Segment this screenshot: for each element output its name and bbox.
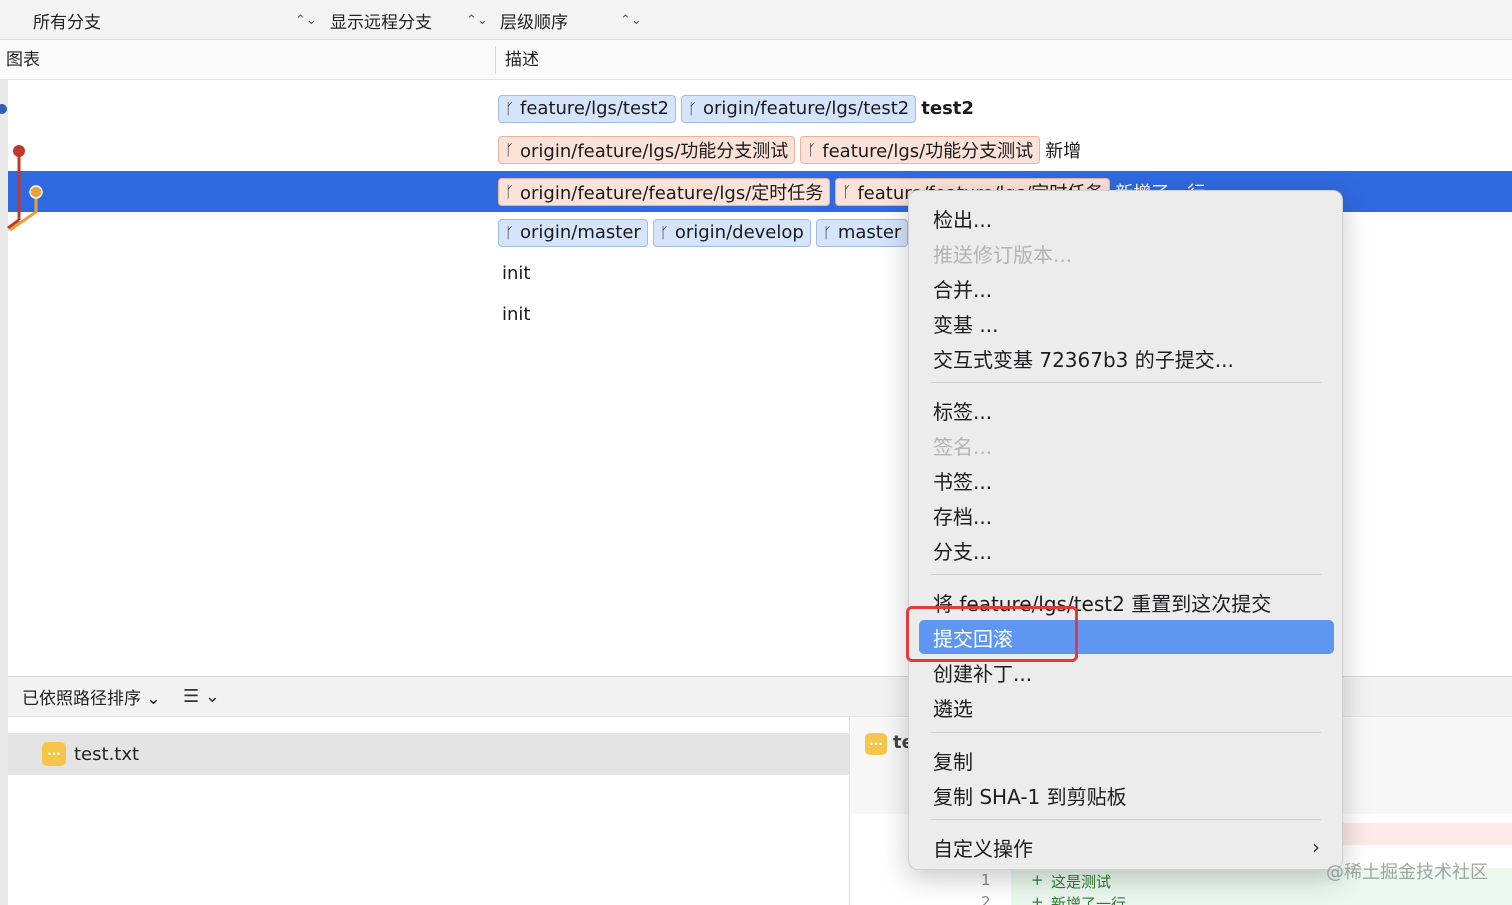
- column-divider[interactable]: [495, 46, 496, 74]
- modified-file-icon: ···: [865, 733, 887, 755]
- file-name: test.txt: [74, 743, 140, 765]
- menu-item-copy[interactable]: 复制: [919, 743, 1334, 777]
- diff-line-text: 这是测试: [1051, 873, 1112, 891]
- branch-icon: ᚴ: [807, 140, 817, 159]
- branch-tag[interactable]: ᚴ master: [815, 218, 909, 247]
- order-label: 层级顺序: [500, 12, 568, 33]
- menu-item-copy-sha[interactable]: 复制 SHA-1 到剪贴板: [919, 778, 1334, 812]
- updown-chevron-icon: ⌃⌄: [295, 12, 317, 28]
- branch-icon: ᚴ: [659, 223, 669, 242]
- branch-icon: ᚴ: [505, 99, 515, 118]
- branch-filter-label: 所有分支: [33, 12, 101, 33]
- modified-file-icon: ···: [42, 742, 66, 766]
- menu-item-custom-actions[interactable]: 自定义操作 ›: [919, 830, 1334, 864]
- menu-separator: [931, 382, 1321, 383]
- diff-sign: +: [1031, 893, 1044, 905]
- remote-branch-label: 显示远程分支: [330, 12, 432, 33]
- graph-column-header[interactable]: 图表: [0, 40, 40, 80]
- watermark: @稀土掘金技术社区: [1326, 862, 1488, 883]
- menu-separator: [931, 574, 1321, 575]
- commit-message: test2: [921, 98, 974, 119]
- menu-item-checkout[interactable]: 检出...: [919, 201, 1334, 235]
- menu-item-tag[interactable]: 标签...: [919, 393, 1334, 427]
- menu-item-archive[interactable]: 存档...: [919, 498, 1334, 532]
- branch-icon: ᚴ: [687, 99, 697, 118]
- branch-tag[interactable]: ᚴ origin/feature/lgs/test2: [680, 94, 917, 123]
- branch-filter-dropdown[interactable]: 所有分支 ⌃⌄: [33, 0, 317, 40]
- commit-message: 新增: [1045, 140, 1082, 162]
- commit-row[interactable]: ᚴ origin/feature/lgs/功能分支测试 ᚴ feature/lgs/…: [8, 129, 1512, 170]
- sort-by-path-dropdown[interactable]: 已依照路径排序 ⌄: [22, 684, 161, 709]
- menu-item-rebase[interactable]: 变基 ...: [919, 306, 1334, 340]
- menu-item-branch[interactable]: 分支...: [919, 533, 1334, 567]
- commit-message: init: [502, 304, 531, 325]
- menu-item-push-revision: 推送修订版本...: [933, 242, 1073, 267]
- branch-icon: ᚴ: [505, 182, 515, 201]
- commit-row[interactable]: ᚴ feature/lgs/test2 ᚴ origin/feature/lgs/t…: [8, 88, 1512, 129]
- branch-tag[interactable]: ᚴ origin/feature/lgs/功能分支测试: [498, 135, 796, 164]
- graph-node[interactable]: [29, 185, 43, 199]
- branch-icon: ᚴ: [505, 140, 515, 159]
- graph-node[interactable]: [13, 145, 25, 157]
- branch-icon: ᚴ: [842, 182, 852, 201]
- order-dropdown[interactable]: 层级顺序 ⌃⌄: [500, 0, 642, 40]
- annotation-highlight-box: [906, 606, 1078, 662]
- branch-tag[interactable]: ᚴ origin/master: [498, 218, 648, 247]
- description-column-header[interactable]: 描述: [505, 40, 539, 80]
- commit-context-menu: 检出... 推送修订版本... 合并... 变基 ... 交互式变基 72367…: [908, 190, 1343, 870]
- menu-separator: [931, 819, 1321, 820]
- commit-graph: [0, 104, 43, 232]
- menu-item-merge[interactable]: 合并...: [919, 271, 1334, 305]
- commit-message: init: [502, 263, 531, 284]
- menu-item-sign: 签名...: [933, 434, 993, 459]
- line-number: 1: [981, 871, 991, 889]
- branch-tag[interactable]: ᚴ feature/lgs/功能分支测试: [800, 135, 1041, 164]
- diff-line-text: 新增了一行: [1051, 895, 1127, 905]
- column-header: 图表 描述: [0, 40, 1512, 80]
- file-row[interactable]: ··· test.txt: [8, 733, 850, 775]
- branch-tag[interactable]: ᚴ origin/develop: [652, 218, 811, 247]
- remote-branch-dropdown[interactable]: 显示远程分支 ⌃⌄: [330, 0, 488, 40]
- line-number: 2: [981, 893, 991, 905]
- updown-chevron-icon: ⌃⌄: [620, 12, 642, 28]
- list-view-icon[interactable]: ☰ ⌄: [183, 686, 220, 707]
- updown-chevron-icon: ⌃⌄: [466, 12, 488, 28]
- chevron-down-icon: ⌄: [146, 689, 161, 709]
- branch-tag[interactable]: ᚴ origin/feature/feature/lgs/定时任务: [498, 177, 831, 206]
- menu-item-cherry-pick[interactable]: 遴选: [919, 690, 1334, 724]
- changed-file-list: ··· test.txt: [8, 718, 850, 905]
- filter-bar: 所有分支 ⌃⌄ 显示远程分支 ⌃⌄ 层级顺序 ⌃⌄: [0, 0, 1512, 40]
- chevron-right-icon: ›: [1312, 835, 1320, 859]
- graph-node[interactable]: [0, 104, 7, 114]
- menu-item-interactive-rebase[interactable]: 交互式变基 72367b3 的子提交...: [919, 341, 1334, 375]
- menu-separator: [931, 732, 1321, 733]
- sourcetree-window: 所有分支 ⌃⌄ 显示远程分支 ⌃⌄ 层级顺序 ⌃⌄ 图表 描述 ᚴ feature…: [0, 0, 1512, 905]
- branch-tag[interactable]: ᚴ feature/lgs/test2: [498, 94, 676, 123]
- menu-item-bookmark[interactable]: 书签...: [919, 463, 1334, 497]
- branch-icon: ᚴ: [505, 223, 515, 242]
- diff-sign: +: [1031, 871, 1044, 889]
- branch-icon: ᚴ: [822, 223, 832, 242]
